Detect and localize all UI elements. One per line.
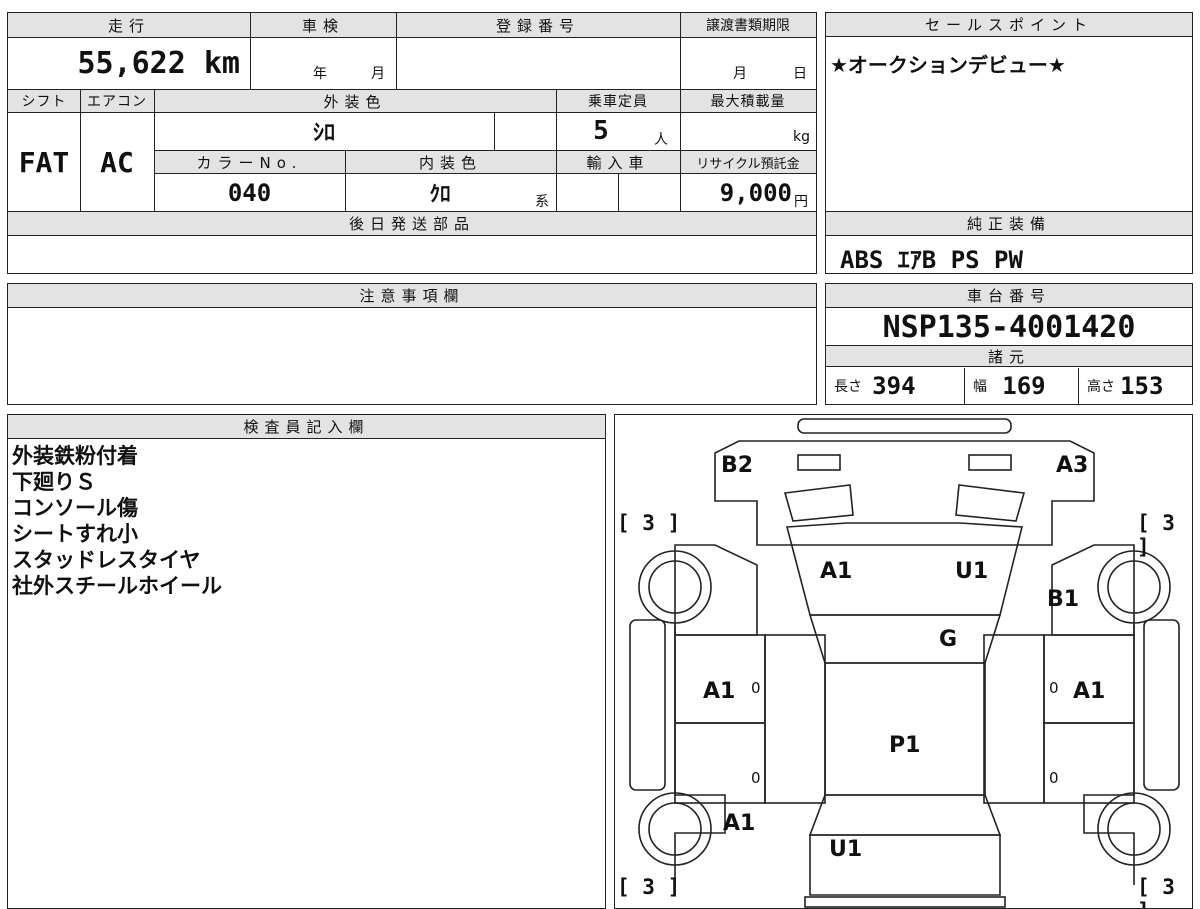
notes-header: 注意事項欄	[8, 284, 816, 308]
recycle-unit: 円	[794, 194, 808, 210]
inspector-note: シートすれ小	[12, 522, 138, 546]
door-mark-left-front: 0	[751, 679, 761, 697]
door-mark-left-rear: 0	[751, 769, 761, 787]
spec-length: 長さ 394	[834, 372, 916, 400]
right-side-sill-shape	[1143, 619, 1180, 791]
header-mileage: 走行	[8, 13, 250, 37]
damage-label-right-a1: A1	[1073, 679, 1106, 704]
transfer-month-label: 月	[733, 66, 747, 82]
inspector-note: コンソール傷	[12, 496, 138, 520]
inspector-header: 検査員記入欄	[8, 415, 605, 439]
header-import: 輸入車	[556, 151, 680, 173]
car-outline-diagram	[629, 418, 1180, 908]
shift-value: FAT	[18, 145, 70, 179]
specs-header: 諸元	[826, 345, 1192, 367]
header-recycle-deposit: リサイクル預託金	[680, 151, 816, 173]
inspector-note: 外装鉄粉付着	[12, 444, 138, 468]
notes-section: 注意事項欄	[7, 283, 817, 405]
exterior-color-value: ｼﾛ	[312, 121, 335, 146]
chassis-specs-section: 車台番号 NSP135-4001420 諸元 長さ 394 幅 169 高さ 1…	[825, 283, 1193, 405]
inspector-notes-list: 外装鉄粉付着 下廻りＳ コンソール傷 シートすれ小 スタッドレスタイヤ 社外スチ…	[12, 443, 222, 599]
tire-depth-right-front: [ 3 ]	[1137, 511, 1175, 559]
left-side-sill-shape	[629, 619, 666, 791]
header-transfer-deadline: 譲渡書類期限	[680, 13, 816, 37]
month-label: 月	[371, 66, 385, 82]
spec-width: 幅 169	[964, 368, 1078, 404]
header-exterior-color: 外装色	[154, 90, 556, 112]
damage-label-b1: B1	[1047, 587, 1080, 612]
inspector-note: スタッドレスタイヤ	[12, 548, 201, 572]
standard-equipment-header: 純正装備	[826, 212, 1192, 236]
left-headlight-shape	[797, 454, 841, 471]
later-parts-header: 後日発送部品	[8, 212, 816, 236]
color-number-value: 040	[227, 179, 272, 207]
tire-depth-left-rear: [ 3 ]	[617, 875, 681, 899]
spec-height: 高さ 153	[1078, 368, 1192, 404]
left-rear-door-shape	[674, 722, 766, 804]
header-color-number: カラーNo.	[154, 151, 345, 173]
interior-color-suffix: 系	[535, 194, 549, 210]
damage-label-hood-u1: U1	[955, 559, 989, 584]
standard-equipment-text: ABS ｴｱB PS PW	[840, 246, 1023, 274]
door-mark-right-rear: 0	[1049, 769, 1059, 787]
recycle-value: 9,000	[719, 179, 792, 207]
damage-label-a3: A3	[1056, 453, 1089, 478]
inspector-section: 検査員記入欄 外装鉄粉付着 下廻りＳ コンソール傷 シートすれ小 スタッドレスタ…	[7, 414, 606, 909]
header-ac: エアコン	[80, 90, 154, 112]
damage-label-g: G	[939, 627, 958, 652]
mileage-value: 55,622 km	[77, 45, 240, 81]
damage-label-rear-left-a1: A1	[723, 811, 756, 836]
chassis-header: 車台番号	[826, 284, 1192, 308]
front-panel-shape	[714, 440, 1095, 546]
later-parts-section: 後日発送部品	[7, 211, 817, 274]
ac-value: AC	[100, 145, 134, 179]
tire-depth-left-front: [ 3 ]	[617, 511, 681, 535]
load-unit: kg	[793, 129, 810, 145]
right-rear-door-shape	[1043, 722, 1135, 804]
capacity-value: 5	[593, 116, 609, 146]
inspector-note: 下廻りＳ	[12, 470, 96, 494]
windshield-shape	[808, 614, 1002, 664]
chassis-number: NSP135-4001420	[882, 309, 1136, 345]
front-bumper-shape	[797, 418, 1012, 434]
damage-label-b2: B2	[721, 453, 754, 478]
year-label: 年	[313, 66, 327, 82]
standard-equipment-section: 純正装備 ABS ｴｱB PS PW	[825, 211, 1193, 274]
interior-color-value: ｸﾛ	[429, 182, 451, 206]
damage-label-hood-a1: A1	[820, 559, 853, 584]
header-shift: シフト	[8, 90, 80, 112]
transfer-day-label: 日	[793, 66, 807, 82]
sales-point-section: セールスポイント ★オークションデビュー★	[825, 12, 1193, 212]
tire-depth-right-rear: [ 3 ]	[1137, 875, 1175, 908]
door-mark-right-front: 0	[1049, 679, 1059, 697]
header-inspection: 車検	[250, 13, 396, 37]
car-diagram-section: B2 A3 B1 A1 U1 G A1 A1 P1 A1 U1 [ 3 ] [ …	[614, 414, 1193, 909]
roof-shape	[824, 662, 986, 796]
header-registration: 登録番号	[396, 13, 680, 37]
damage-label-roof-p1: P1	[889, 733, 921, 758]
damage-label-trunk-u1: U1	[829, 837, 863, 862]
left-side-shape	[674, 625, 726, 885]
header-capacity: 乗車定員	[556, 90, 680, 112]
header-interior-color: 内装色	[345, 151, 556, 173]
right-headlight-shape	[968, 454, 1012, 471]
right-side-shape	[1083, 625, 1135, 885]
damage-label-left-a1: A1	[703, 679, 736, 704]
sales-point-text: ★オークションデビュー★	[830, 53, 1066, 77]
inspector-note: 社外スチールホイール	[12, 574, 222, 598]
capacity-unit: 人	[654, 132, 668, 148]
sales-point-header: セールスポイント	[826, 13, 1192, 37]
vehicle-info-table: 走行 車検 登録番号 譲渡書類期限 55,622 km 年 月 月 日 シフト …	[7, 12, 817, 212]
header-max-load: 最大積載量	[680, 90, 816, 112]
